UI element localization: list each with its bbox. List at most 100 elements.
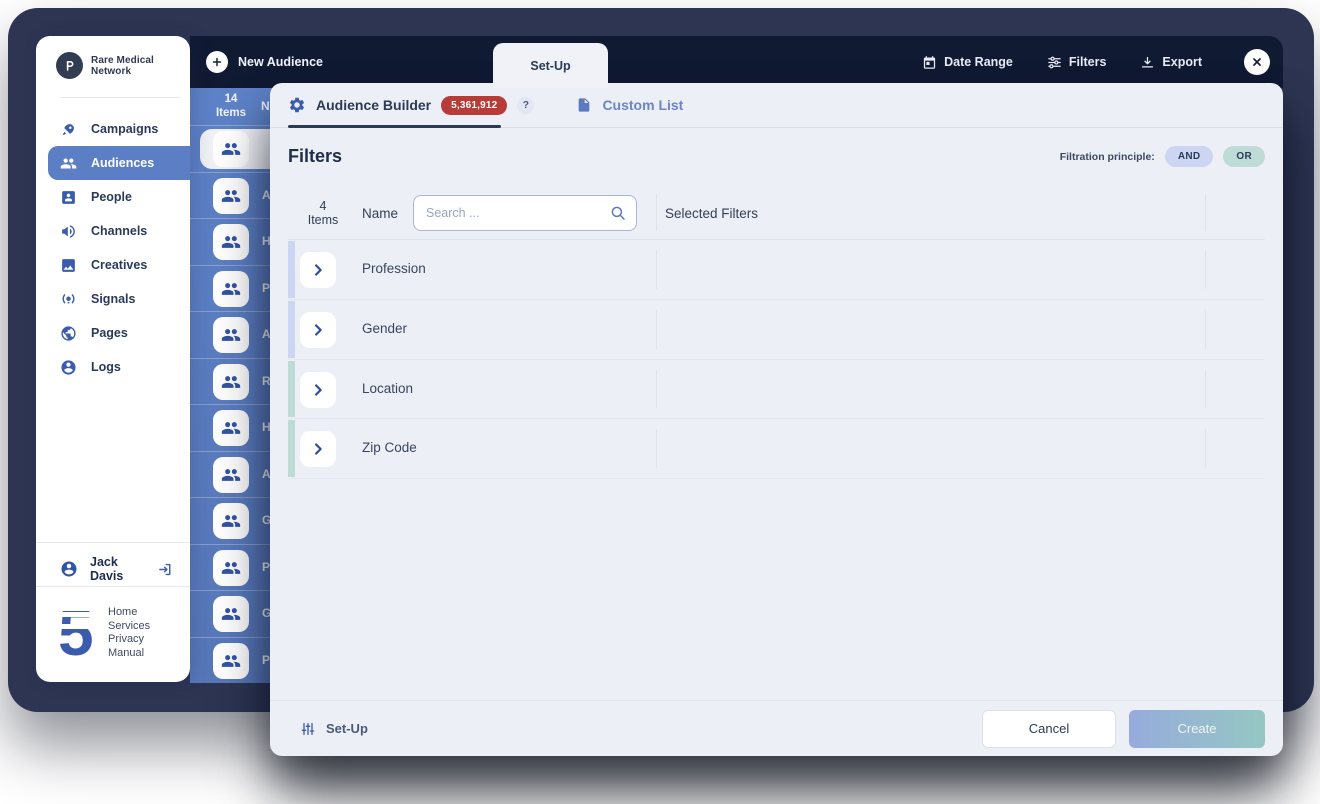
filter-row-location: Location [288,360,1265,420]
footer-link-services[interactable]: Services [108,620,150,634]
name-column-header: Name [362,206,398,221]
footer-link-manual[interactable]: Manual [108,647,150,661]
audience-icon[interactable] [213,596,249,632]
sidebar-item-signals[interactable]: Signals [36,282,190,316]
and-accent-strip [288,301,295,358]
five-logo: 5 [58,602,94,666]
calendar-icon [922,55,937,70]
audience-icon[interactable] [213,364,249,400]
search-input[interactable] [413,195,637,231]
setup-step[interactable]: Set-Up [300,721,368,737]
audience-icon[interactable] [213,410,249,446]
divider [36,586,190,587]
user-avatar-icon [60,560,78,578]
cancel-button[interactable]: Cancel [982,710,1116,748]
divider [60,97,180,98]
filter-row-profession: Profession [288,240,1265,300]
audience-icon[interactable] [213,643,249,679]
sidebar-item-creatives[interactable]: Creatives [36,248,190,282]
audience-count: 14 [198,92,264,106]
chevron-right-icon [309,440,327,458]
sidebar: Rare Medical Network Campaigns Audiences… [36,36,190,682]
filter-count: 4 [290,199,356,213]
sidebar-item-pages[interactable]: Pages [36,316,190,350]
modal-tabs: Audience Builder 5,361,912 ? Custom List [270,83,1283,128]
or-toggle[interactable]: OR [1223,146,1265,167]
plus-icon [206,51,228,73]
image-icon [60,257,77,274]
person-circle-icon [60,359,77,376]
audience-items-label: Items [198,106,264,120]
footer-brand: 5 Home Services Privacy Manual [58,602,150,666]
gear-icon [288,96,306,114]
new-audience-button[interactable]: New Audience [206,51,323,73]
people-card-icon [60,189,77,206]
expand-button[interactable] [300,312,336,348]
tab-custom-list[interactable]: Custom List [576,97,683,113]
filtration-principle-label: Filtration principle: [1060,151,1155,163]
rocket-icon [60,121,77,138]
audience-icon[interactable] [213,457,249,493]
tab-set-up[interactable]: Set-Up [493,43,608,88]
filter-items-label: Items [290,213,356,227]
tab-audience-builder[interactable]: Audience Builder 5,361,912 ? [288,96,534,115]
search-box [413,195,637,231]
filter-row-zip-code: Zip Code [288,419,1265,479]
chevron-right-icon [309,381,327,399]
audience-icon[interactable] [213,131,249,167]
sliders-icon [1047,55,1062,70]
sidebar-item-channels[interactable]: Channels [36,214,190,248]
audience-icon[interactable] [213,271,249,307]
chevron-right-icon [309,261,327,279]
create-button[interactable]: Create [1129,710,1265,748]
logout-icon[interactable] [157,561,174,578]
audience-icon[interactable] [213,503,249,539]
search-icon [609,204,627,227]
filter-row-label: Location [362,381,413,396]
and-accent-strip [288,241,295,298]
footer-link-privacy[interactable]: Privacy [108,633,150,647]
sidebar-item-logs[interactable]: Logs [36,350,190,384]
expand-button[interactable] [300,252,336,288]
audience-name-column: N [261,99,270,113]
modal-footer: Set-Up Cancel Create [270,700,1283,756]
megaphone-icon [60,223,77,240]
column-divider [1205,194,1206,231]
date-range-button[interactable]: Date Range [922,55,1013,70]
vertical-sliders-icon [300,721,316,737]
column-divider [656,370,657,409]
user-section: Jack Davis [36,542,190,595]
and-toggle[interactable]: AND [1165,146,1214,167]
custom-list-label: Custom List [602,97,683,113]
audience-size-badge: 5,361,912 [441,96,507,115]
filter-row-label: Profession [362,261,426,276]
audience-icon[interactable] [213,178,249,214]
column-divider [1205,370,1206,409]
filters-button[interactable]: Filters [1047,55,1107,70]
audience-icon[interactable] [213,550,249,586]
expand-button[interactable] [300,372,336,408]
sidebar-item-people[interactable]: People [36,180,190,214]
audience-icon[interactable] [213,224,249,260]
brand-logo-icon [56,52,83,79]
filter-row-label: Gender [362,321,407,336]
new-audience-label: New Audience [238,55,323,69]
close-button[interactable] [1244,49,1270,75]
audiences-icon [60,155,77,172]
sidebar-item-audiences[interactable]: Audiences [48,146,190,180]
setup-step-label: Set-Up [326,721,368,736]
expand-button[interactable] [300,431,336,467]
filter-row-label: Zip Code [362,440,417,455]
brand-name: Rare Medical Network [91,55,184,77]
document-icon [576,97,592,113]
column-divider [1205,250,1206,289]
audience-icon[interactable] [213,317,249,353]
column-divider [656,429,657,468]
download-icon [1140,55,1155,70]
sidebar-item-campaigns[interactable]: Campaigns [36,112,190,146]
export-button[interactable]: Export [1140,55,1202,70]
help-badge[interactable]: ? [517,97,534,114]
footer-link-home[interactable]: Home [108,606,150,620]
signal-bulb-icon [60,291,77,308]
audience-builder-modal: Audience Builder 5,361,912 ? Custom List… [270,83,1283,756]
